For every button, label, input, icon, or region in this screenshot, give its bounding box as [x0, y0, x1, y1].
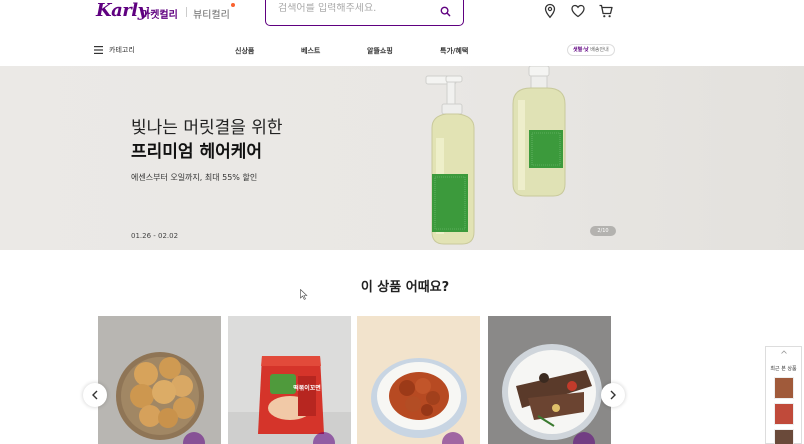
banner-title-line1: 빛나는 머릿결을 위한 — [131, 118, 283, 138]
banner-subtitle: 에센스부터 오일까지, 최대 55% 할인 — [131, 173, 258, 182]
karly-logo[interactable]: Karly — [96, 0, 148, 21]
chevron-up-icon[interactable] — [781, 350, 787, 354]
recent-products-panel: 최근 본 상품 — [765, 346, 802, 444]
heart-icon[interactable] — [570, 3, 586, 19]
product-image-dumplings — [98, 316, 221, 444]
pump-bottle-image — [425, 75, 475, 245]
delivery-badge-rest: 배송안내 — [588, 47, 609, 53]
recent-product-thumb[interactable] — [774, 377, 794, 399]
hamburger-icon — [94, 46, 103, 54]
delivery-info-badge[interactable]: 샛별·낮 배송안내 — [567, 44, 615, 56]
product-image-noodle-pack: 떡볶이꼬면 — [228, 316, 351, 444]
search-box — [265, 0, 464, 26]
product-image-galbi-jjim — [488, 316, 611, 444]
carousel-next-button[interactable] — [601, 383, 625, 407]
recent-product-thumb[interactable] — [774, 403, 794, 425]
header: Karly 마켓컬리 뷰티컬리 — [0, 0, 804, 36]
recent-products-label: 최근 본 상품 — [770, 366, 797, 372]
product-image-braised-chicken — [357, 316, 480, 444]
nav-item-new[interactable]: 신상품 — [235, 46, 254, 56]
product-card-1[interactable] — [98, 316, 221, 444]
glass-bottle-image — [512, 66, 566, 197]
gnb: 카테고리 신상품 베스트 알뜰쇼핑 특가/혜택 샛별·낮 배송안내 — [0, 36, 804, 66]
new-indicator-dot — [231, 3, 235, 7]
mouse-cursor-icon — [300, 289, 308, 300]
search-input[interactable] — [278, 3, 438, 14]
tab-market-kurly[interactable]: 마켓컬리 — [141, 6, 178, 21]
product-card-4[interactable] — [488, 316, 611, 444]
main-banner[interactable]: 빛나는 머릿결을 위한 프리미엄 헤어케어 에센스부터 오일까지, 최대 55%… — [0, 66, 804, 250]
recent-product-thumb[interactable] — [774, 429, 794, 444]
brand-divider — [186, 7, 187, 17]
pack-label-text: 떡볶이꼬면 — [293, 384, 321, 392]
tab-beauty-kurly[interactable]: 뷰티컬리 — [193, 6, 230, 21]
search-icon[interactable] — [440, 6, 451, 17]
product-card-3[interactable] — [357, 316, 480, 444]
banner-counter: 2/10 — [590, 226, 616, 236]
product-card-2[interactable]: 떡볶이꼬면 — [228, 316, 351, 444]
banner-title-line2: 프리미엄 헤어케어 — [131, 142, 263, 162]
nav-item-best[interactable]: 베스트 — [301, 46, 320, 56]
nav-item-saving[interactable]: 알뜰쇼핑 — [367, 46, 393, 56]
section-title: 이 상품 어때요? — [360, 280, 450, 295]
category-menu[interactable]: 카테고리 — [94, 43, 135, 57]
chevron-right-icon — [610, 390, 616, 400]
cart-icon[interactable] — [598, 3, 614, 19]
category-label: 카테고리 — [109, 46, 135, 54]
location-icon[interactable] — [542, 3, 558, 19]
nav-item-special[interactable]: 특가/혜택 — [440, 46, 468, 56]
delivery-badge-strong: 샛별·낮 — [573, 47, 589, 53]
banner-dates: 01.26 - 02.02 — [131, 232, 179, 240]
carousel-prev-button[interactable] — [83, 383, 107, 407]
chevron-left-icon — [92, 390, 98, 400]
